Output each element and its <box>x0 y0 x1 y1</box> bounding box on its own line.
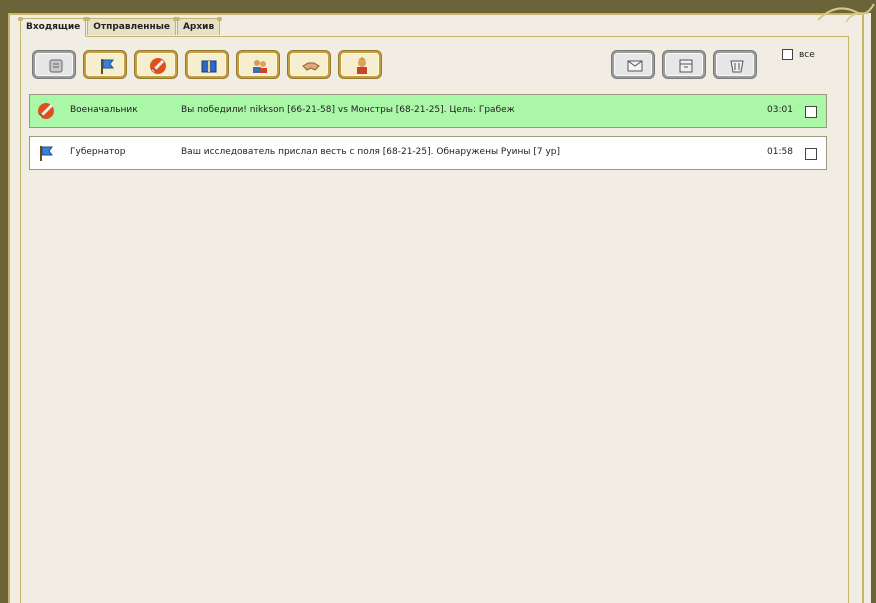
envelope-icon <box>627 60 643 72</box>
filter-research-button[interactable] <box>186 51 228 78</box>
tab-archive[interactable]: Архив <box>174 17 223 35</box>
window-frame-right-edge <box>871 0 876 603</box>
mark-read-button[interactable] <box>612 51 654 78</box>
select-all: все <box>782 49 815 60</box>
tab-cap-icon <box>217 17 223 21</box>
window-frame-left <box>0 0 8 603</box>
archive-button[interactable] <box>663 51 705 78</box>
message-row[interactable]: Губернатор Ваш исследователь прислал вес… <box>29 136 827 170</box>
select-all-checkbox[interactable] <box>782 49 793 60</box>
filter-military-button[interactable] <box>135 51 177 78</box>
trash-basket-icon <box>730 60 744 73</box>
message-checkbox[interactable] <box>805 148 817 160</box>
scroll-icon <box>49 59 63 73</box>
message-checkbox[interactable] <box>805 106 817 118</box>
message-subject[interactable]: Ваш исследователь прислал весть с поля [… <box>181 147 560 157</box>
tab-cap-icon <box>18 17 23 21</box>
handshake-icon <box>302 62 320 71</box>
tab-inbox[interactable]: Входящие <box>18 17 89 37</box>
tab-inbox-label: Входящие <box>26 22 81 32</box>
sword-icon <box>150 58 166 74</box>
window-frame-left-border <box>8 13 10 603</box>
tab-sent[interactable]: Отправленные <box>85 17 178 35</box>
tab-archive-label: Архив <box>182 22 215 32</box>
delete-button[interactable] <box>714 51 756 78</box>
tab-sent-label: Отправленные <box>93 22 170 32</box>
people-icon <box>253 60 267 73</box>
governor-flag-icon <box>101 59 114 74</box>
filter-people-button[interactable] <box>237 51 279 78</box>
select-all-label: все <box>799 49 815 60</box>
sword-icon <box>38 103 54 119</box>
message-sender: Военачальник <box>70 105 138 115</box>
book-icon <box>201 60 217 73</box>
message-row[interactable]: Военачальник Вы победили! nikkson [66-21… <box>29 94 827 128</box>
mail-tabs: Входящие Отправленные Архив <box>18 17 223 37</box>
archive-icon <box>679 59 693 73</box>
filter-leader-button[interactable] <box>339 51 381 78</box>
message-subject[interactable]: Вы победили! nikkson [66-21-58] vs Монст… <box>181 105 515 115</box>
message-sender: Губернатор <box>70 147 126 157</box>
leader-icon <box>357 57 367 74</box>
governor-flag-icon <box>40 146 53 161</box>
filter-all-button[interactable] <box>33 51 75 78</box>
tab-cap-icon <box>174 17 180 21</box>
message-time: 01:58 <box>767 147 793 157</box>
filter-trade-button[interactable] <box>288 51 330 78</box>
filter-governor-button[interactable] <box>84 51 126 78</box>
corner-ornament-icon <box>817 3 875 23</box>
window-frame-top <box>0 0 876 15</box>
message-time: 03:01 <box>767 105 793 115</box>
